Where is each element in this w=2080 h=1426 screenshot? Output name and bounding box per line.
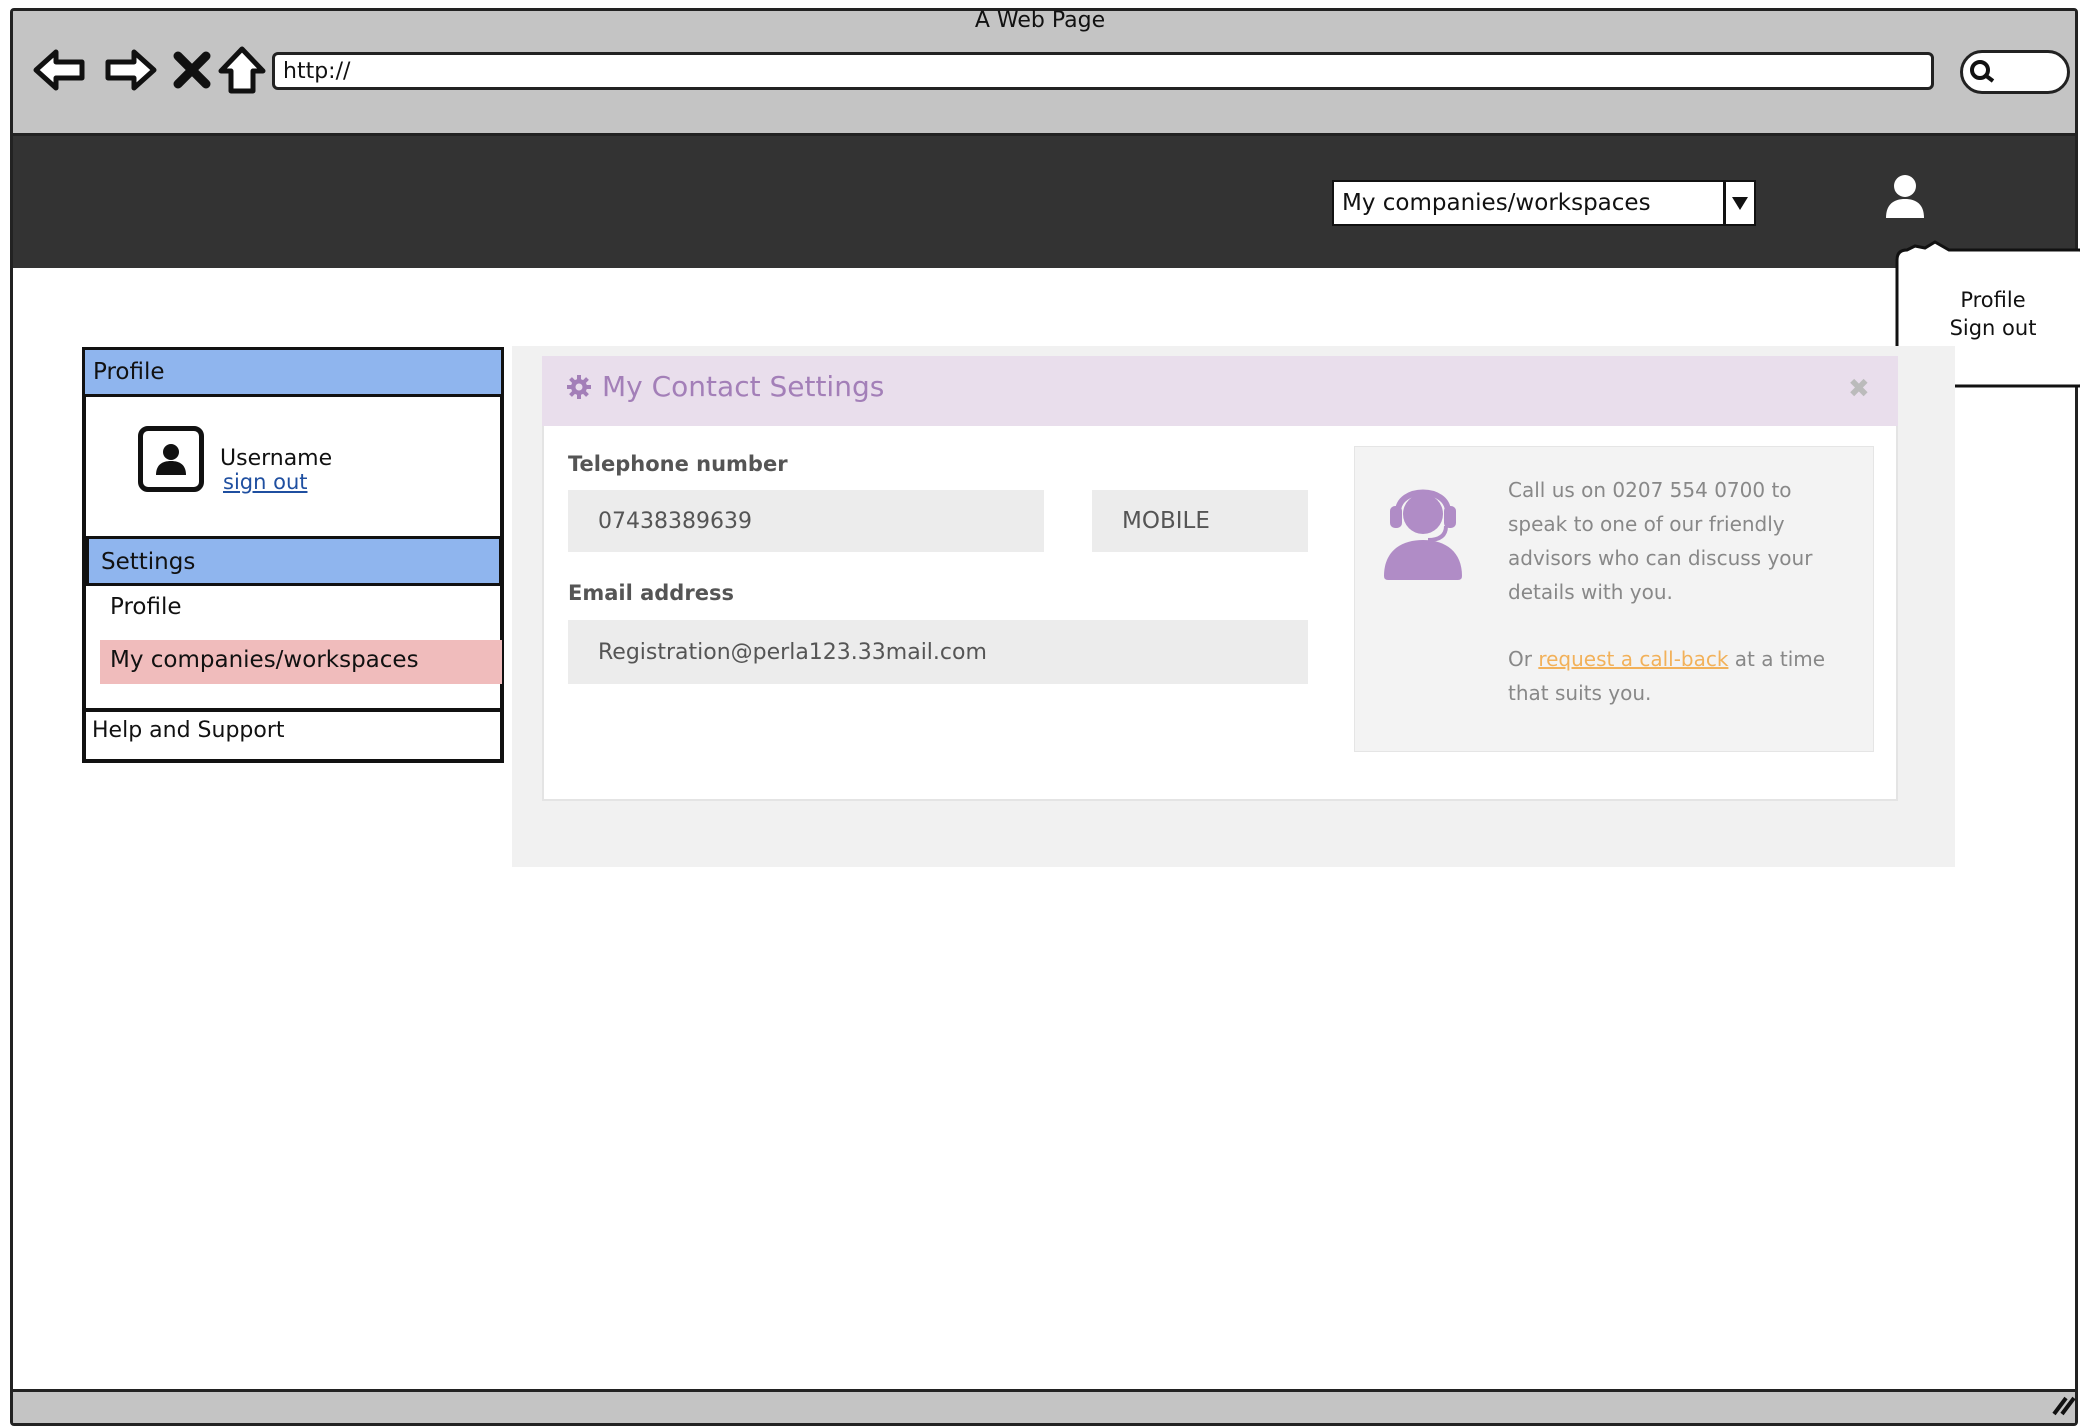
- close-icon[interactable]: ✖: [1848, 374, 1870, 404]
- sidebar-sign-out-link[interactable]: sign out: [223, 470, 307, 494]
- sidebar-item-profile[interactable]: Profile: [110, 594, 182, 620]
- request-callback-link[interactable]: request a call-back: [1538, 647, 1728, 671]
- callback-text: Or request a call-back at a time: [1508, 647, 1825, 671]
- help-text-line: speak to one of our friendly: [1508, 512, 1785, 536]
- panel-title-row: My Contact Settings: [566, 370, 884, 403]
- url-text: http://: [283, 59, 351, 84]
- callback-suffix: at a time: [1728, 647, 1826, 671]
- phone-type-select[interactable]: MOBILE: [1092, 490, 1308, 552]
- telephone-input[interactable]: 07438389639: [568, 490, 1044, 552]
- workspace-select-value: My companies/workspaces: [1342, 190, 1651, 216]
- callback-prefix: Or: [1508, 647, 1539, 671]
- sidebar-username: Username: [220, 446, 333, 471]
- callout-profile[interactable]: Profile: [1913, 288, 2073, 312]
- window-title: A Web Page: [974, 8, 1106, 33]
- sidebar-item-label: My companies/workspaces: [110, 647, 419, 673]
- support-agent-icon: [1380, 472, 1466, 586]
- sidebar-item-my-companies[interactable]: My companies/workspaces: [100, 640, 502, 684]
- resize-grip-icon[interactable]: [2048, 1390, 2076, 1422]
- avatar: [138, 426, 204, 492]
- status-bar: [13, 1389, 2075, 1423]
- panel-title: My Contact Settings: [602, 370, 885, 403]
- sidebar-help-and-support[interactable]: Help and Support: [92, 718, 285, 743]
- app-header: [13, 136, 2075, 268]
- callback-text-line2: that suits you.: [1508, 681, 1652, 705]
- url-bar[interactable]: http://: [272, 52, 1934, 90]
- email-input[interactable]: Registration@perla123.33mail.com: [568, 620, 1308, 684]
- back-arrow-icon[interactable]: [30, 40, 90, 100]
- help-text-line: details with you.: [1508, 580, 1673, 604]
- search-icon: [1970, 60, 1995, 83]
- gear-icon: [567, 374, 591, 399]
- browser-search-field[interactable]: [1960, 50, 2070, 94]
- dropdown-arrow-icon: [1723, 182, 1754, 224]
- sidebar-settings-heading: Settings: [86, 536, 502, 586]
- forward-arrow-icon[interactable]: [100, 40, 160, 100]
- sidebar-divider: [82, 708, 504, 712]
- user-icon: [156, 444, 186, 475]
- help-text-line: advisors who can discuss your: [1508, 546, 1813, 570]
- workspace-select[interactable]: My companies/workspaces: [1332, 180, 1756, 226]
- callout-sign-out[interactable]: Sign out: [1913, 316, 2073, 340]
- home-icon[interactable]: [212, 40, 272, 100]
- telephone-label: Telephone number: [568, 452, 788, 476]
- sidebar-profile-heading: Profile: [82, 347, 504, 397]
- user-icon[interactable]: [1880, 172, 1930, 224]
- help-text-line: Call us on 0207 554 0700 to: [1508, 478, 1792, 502]
- email-label: Email address: [568, 581, 734, 605]
